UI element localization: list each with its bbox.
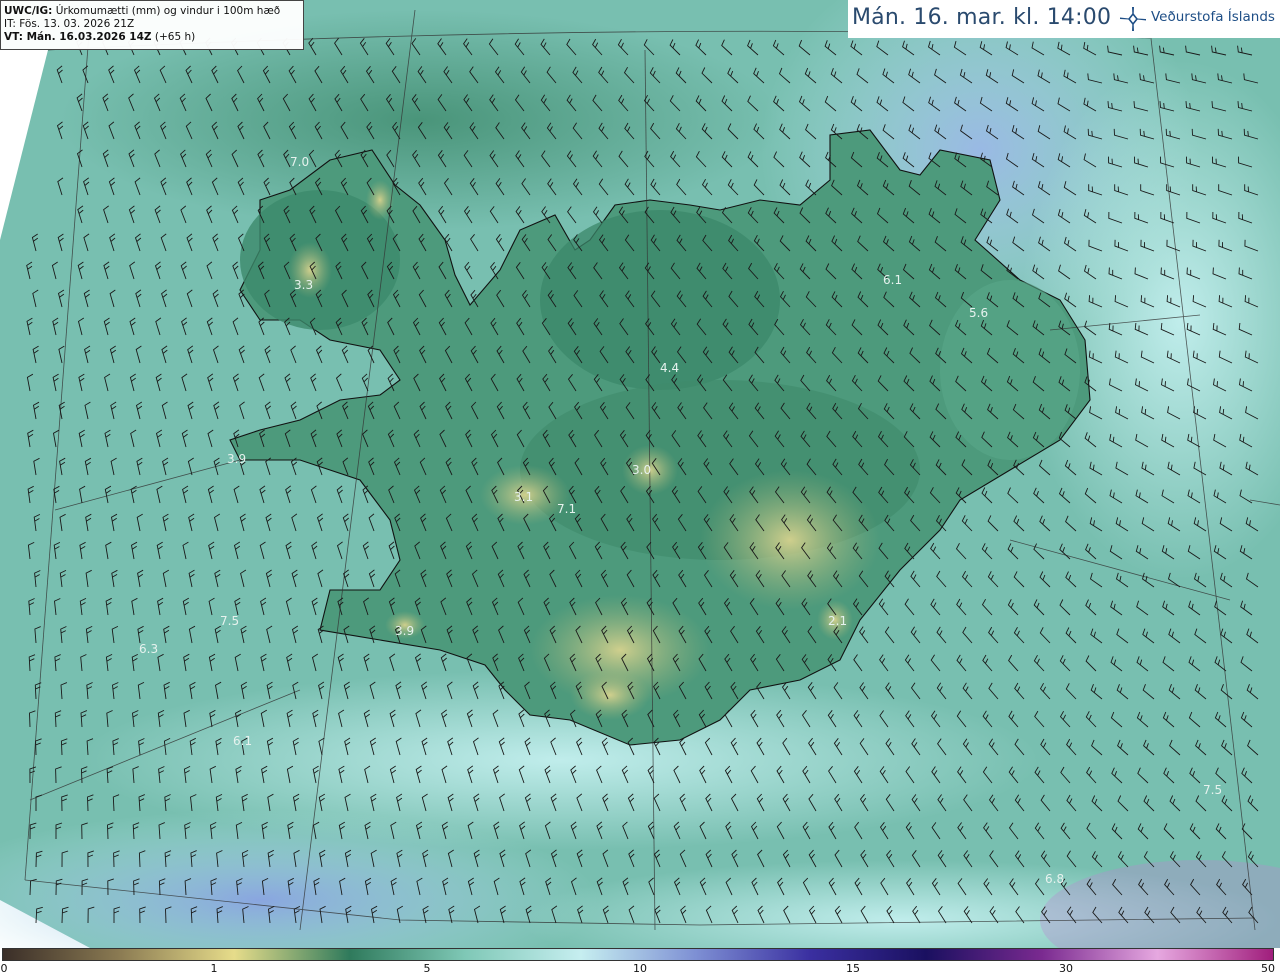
vedurstofa-logo-icon [1120, 7, 1146, 31]
model-info-box: UWC/IG: Úrkomumætti (mm) og vindur i 100… [0, 0, 304, 50]
value-label: 7.1 [557, 502, 576, 516]
value-label: 7.5 [1203, 783, 1222, 797]
colorbar-tick-label: 15 [846, 962, 860, 975]
colorbar-tick-label: 50 [1261, 962, 1275, 975]
value-label: 6.1 [233, 734, 252, 748]
valid-time-code: VT: Mán. 16.03.2026 14Z [4, 31, 152, 43]
colorbar-gradient [2, 948, 1274, 961]
valid-time-title: Mán. 16. mar. kl. 14:00 [852, 5, 1112, 30]
value-label: 6.3 [139, 642, 158, 656]
value-label: 3.0 [632, 463, 651, 477]
model-description: Úrkomumætti (mm) og vindur i 100m hæð [55, 5, 281, 17]
value-label: 6.8 [1045, 872, 1064, 886]
precipitation-wind-map: 7.0 3.3 6.1 5.6 4.4 3.9 3.0 3.1 7.1 7.5 … [0, 0, 1280, 948]
value-label: 7.5 [220, 614, 239, 628]
init-time: IT: Fös. 13. 03. 2026 21Z [4, 18, 135, 30]
colorbar-tick-label: 5 [423, 962, 431, 975]
value-label: 3.1 [514, 490, 533, 504]
value-label: 5.6 [969, 306, 988, 320]
value-label: 7.0 [290, 155, 309, 169]
value-label: 3.9 [227, 452, 246, 466]
colorbar-tick-label: 10 [633, 962, 647, 975]
colorbar: 0 1 5 10 15 30 50 [0, 948, 1280, 978]
value-label: 6.1 [883, 273, 902, 287]
colorbar-tick-label: 30 [1059, 962, 1073, 975]
colorbar-tick-label: 0 [0, 962, 8, 975]
value-label: 4.4 [660, 361, 679, 375]
value-label: 2.1 [828, 614, 847, 628]
valid-time-line: VT: Mán. 16.03.2026 14Z (+65 h) [4, 31, 303, 44]
model-line: UWC/IG: Úrkomumætti (mm) og vindur i 100… [4, 5, 303, 18]
value-label: 3.9 [395, 624, 414, 638]
title-box: Mán. 16. mar. kl. 14:00 Veðurstofa Íslan… [848, 0, 1280, 38]
model-code: UWC/IG: [4, 5, 53, 17]
forecast-hour: (+65 h) [154, 31, 196, 43]
highland-myrdalsjokull [570, 670, 650, 720]
highland-vatnajokull [700, 470, 880, 610]
colorbar-tick-label: 1 [210, 962, 218, 975]
value-label: 3.3 [294, 278, 313, 292]
brand-name: Veðurstofa Íslands [1151, 9, 1275, 25]
